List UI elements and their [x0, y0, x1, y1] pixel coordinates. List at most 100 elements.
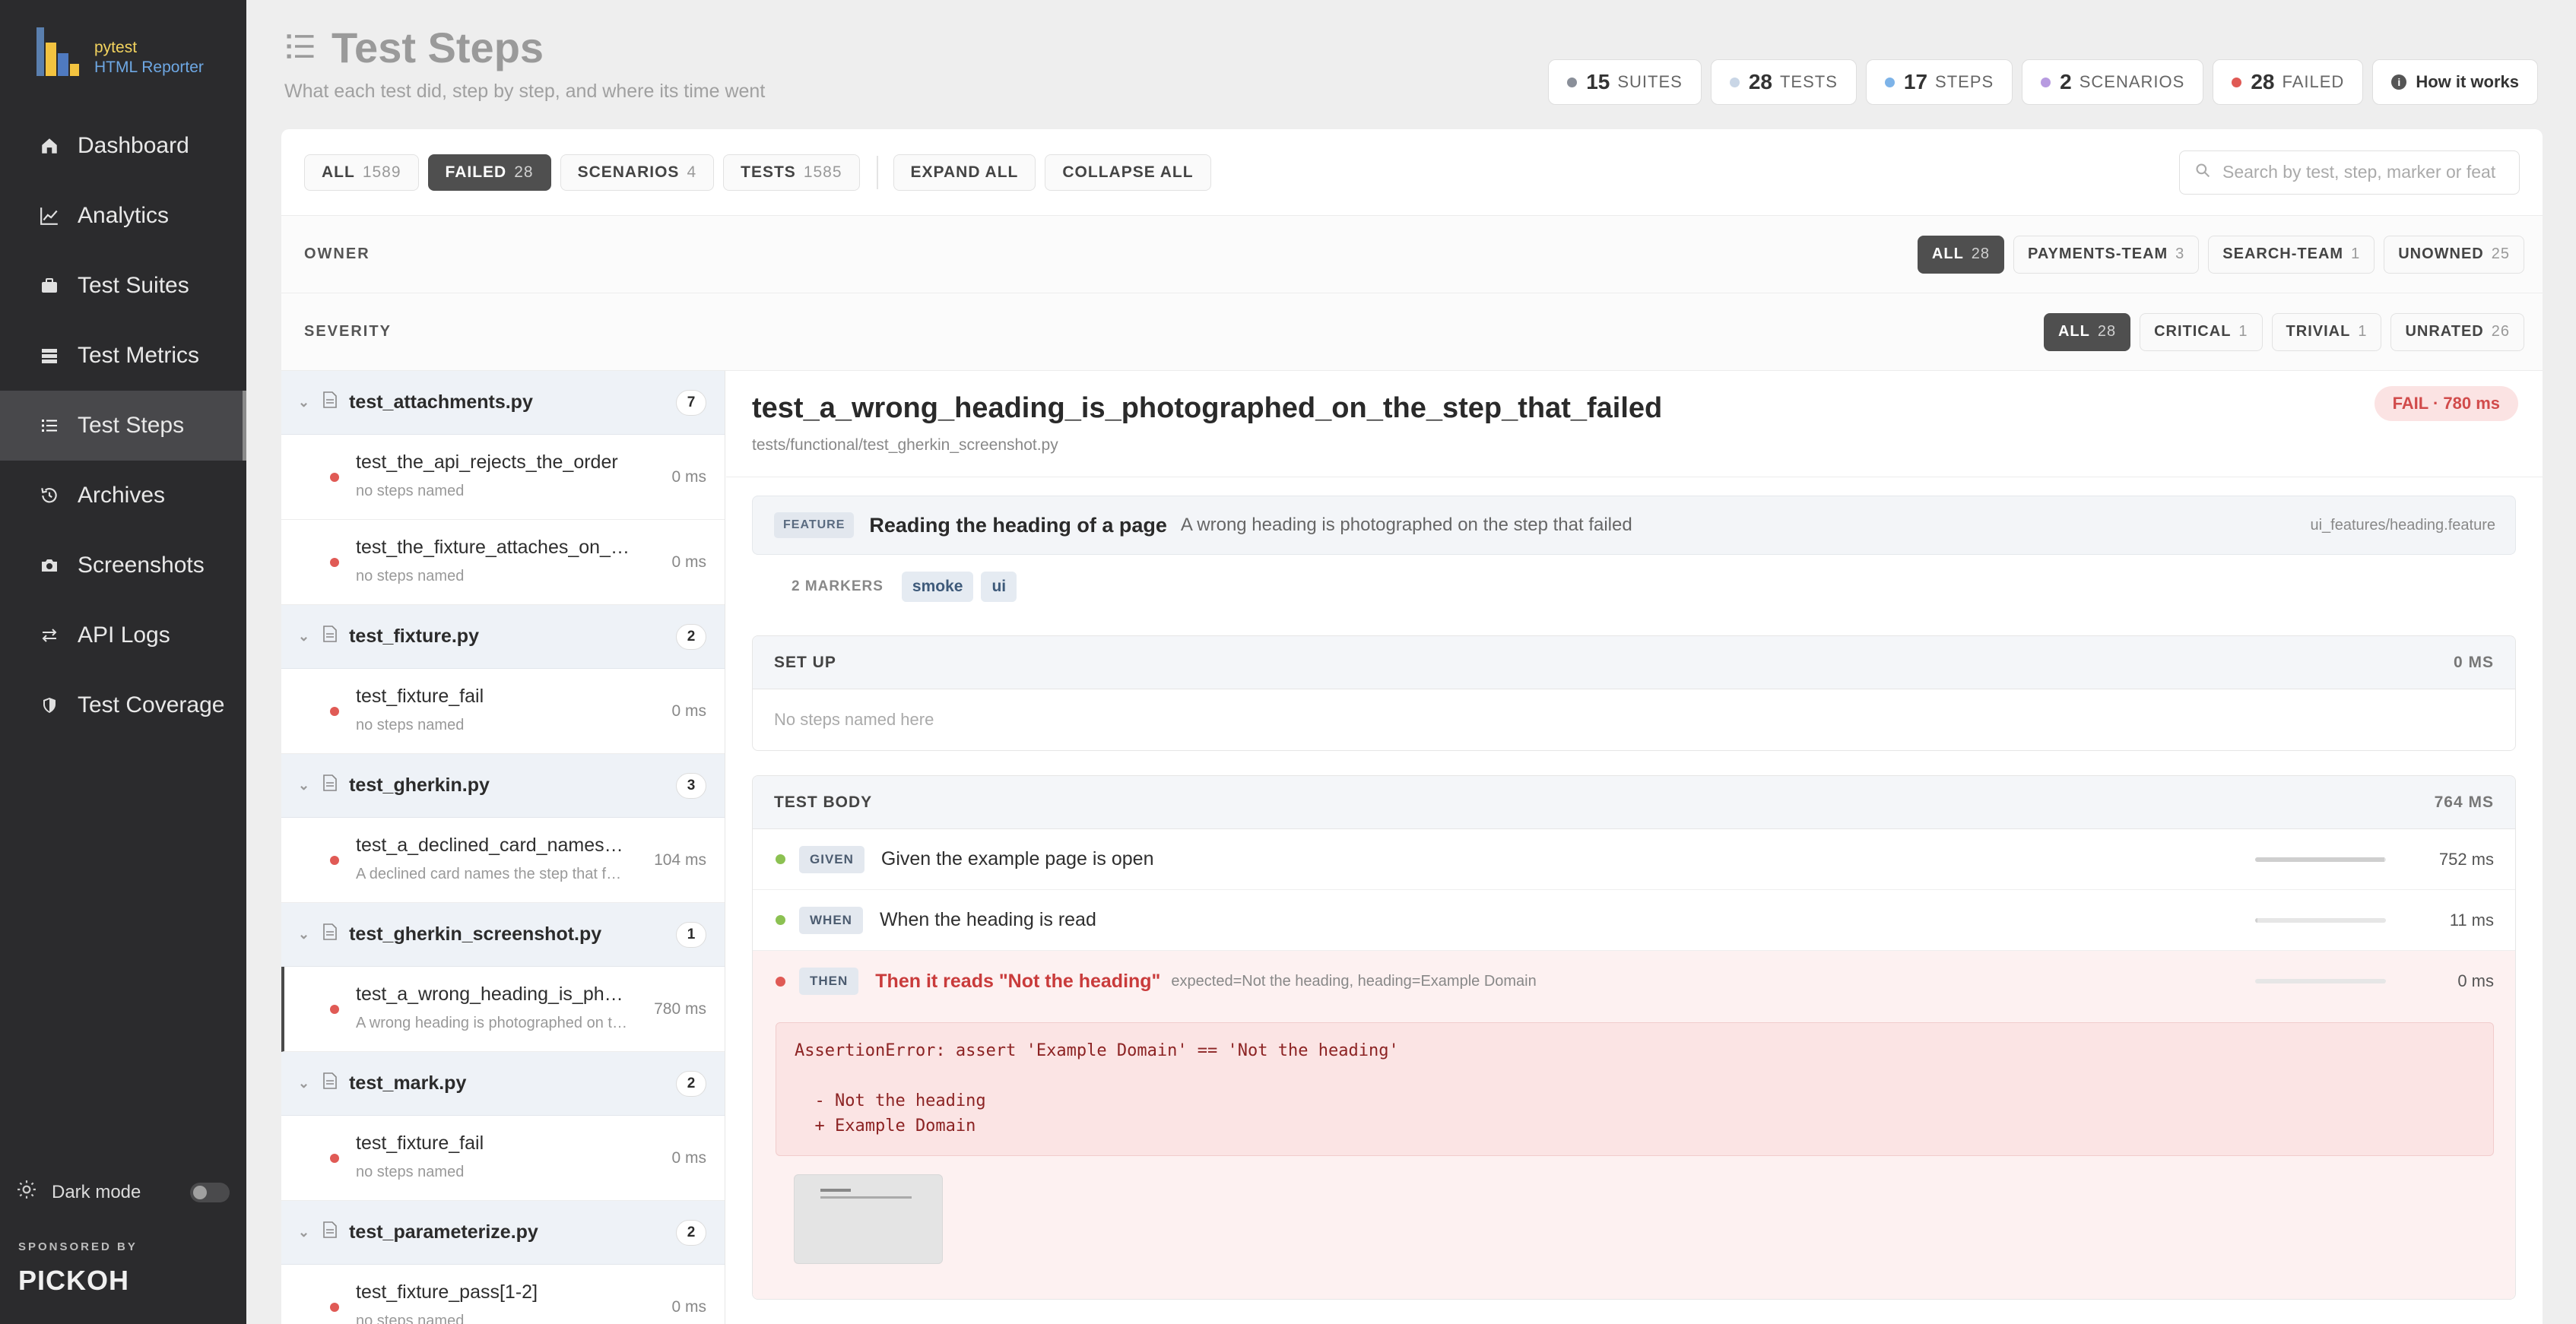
list-item[interactable]: test_a_declined_card_names_the_step_that… — [281, 818, 725, 903]
stat-count: 15 — [1586, 70, 1610, 93]
sidebar-item-test-coverage[interactable]: Test Coverage — [0, 670, 246, 740]
count-badge: 2 — [676, 623, 706, 650]
test-subtitle: no steps named — [356, 717, 465, 733]
filter-all[interactable]: ALL 1589 — [304, 154, 419, 191]
severity-unrated[interactable]: UNRATED 26 — [2390, 312, 2524, 351]
brand-subtitle: HTML Reporter — [94, 59, 204, 76]
severity-critical[interactable]: CRITICAL 1 — [2140, 312, 2263, 351]
stat-suites[interactable]: 15 SUITES — [1548, 59, 1702, 105]
chip-count: 26 — [2491, 323, 2510, 340]
shield-icon — [36, 692, 62, 718]
scenario-name: A wrong heading is photographed on the s… — [1180, 515, 1632, 535]
step-text: Given the example page is open — [880, 848, 1154, 869]
dark-mode-toggle[interactable] — [190, 1182, 230, 1202]
marker-tag[interactable]: ui — [981, 572, 1017, 602]
home-icon — [36, 133, 62, 159]
list-item[interactable]: test_the_api_rejects_the_order no steps n… — [281, 435, 725, 520]
test-subtitle: no steps named — [356, 568, 465, 584]
sidebar-item-dashboard[interactable]: Dashboard — [0, 111, 246, 181]
stat-tests[interactable]: 28 TESTS — [1710, 59, 1857, 105]
feature-tag: FEATURE — [774, 512, 855, 538]
filter-count: 4 — [687, 163, 697, 181]
count-badge: 3 — [676, 772, 706, 799]
list-item-selected[interactable]: test_a_wrong_heading_is_photographed_on_… — [281, 967, 725, 1052]
owner-search-team[interactable]: SEARCH-TEAM 1 — [2208, 235, 2375, 274]
file-group-header[interactable]: ⌄ test_fixture.py 2 — [281, 605, 725, 669]
section-header[interactable]: TEST BODY 764 MS — [753, 776, 2515, 829]
owner-all[interactable]: ALL 28 — [1917, 235, 2005, 274]
chip-count: 28 — [2097, 323, 2117, 340]
chip-label: UNOWNED — [2398, 245, 2484, 262]
chip-label: UNRATED — [2405, 323, 2484, 340]
status-dot — [330, 472, 339, 482]
collapse-all-button[interactable]: COLLAPSE ALL — [1045, 154, 1211, 191]
stat-count: 2 — [2060, 70, 2072, 93]
sidebar-item-test-metrics[interactable]: Test Metrics — [0, 321, 246, 391]
brand-name: pytest — [94, 39, 138, 56]
status-dot — [330, 1153, 339, 1163]
count-badge: 7 — [676, 389, 706, 416]
expand-all-button[interactable]: EXPAND ALL — [893, 154, 1036, 191]
sidebar-item-test-steps[interactable]: Test Steps — [0, 391, 246, 461]
brand[interactable]: pytest HTML Reporter — [36, 27, 204, 78]
step-row[interactable]: GIVEN Given the example page is open 752… — [753, 829, 2515, 890]
test-subtitle: A declined card names the step that fail… — [356, 866, 630, 882]
chip-label: PAYMENTS-TEAM — [2028, 245, 2168, 262]
filter-failed[interactable]: FAILED 28 — [427, 154, 551, 191]
sidebar-item-test-suites[interactable]: Test Suites — [0, 251, 246, 321]
filter-label: SCENARIOS — [577, 163, 680, 181]
sponsor-name: PICKOH — [18, 1265, 130, 1296]
file-group-header[interactable]: ⌄ test_gherkin.py 3 — [281, 754, 725, 818]
file-name: test_gherkin_screenshot.py — [349, 923, 602, 945]
file-name: test_gherkin.py — [349, 774, 490, 796]
severity-all[interactable]: ALL 28 — [2043, 312, 2131, 351]
dark-mode-row: Dark mode — [17, 1180, 230, 1205]
file-icon — [323, 391, 337, 413]
test-duration: 780 ms — [654, 999, 706, 1018]
file-group-header[interactable]: ⌄ test_mark.py 2 — [281, 1052, 725, 1116]
status-dot — [330, 1004, 339, 1014]
arrows-icon — [36, 622, 62, 648]
test-name: test_fixture_fail — [356, 686, 484, 707]
step-text: Then it reads "Not the heading" — [875, 970, 1161, 992]
file-icon — [323, 626, 337, 648]
file-group-header[interactable]: ⌄ test_attachments.py 7 — [281, 371, 725, 435]
list-item[interactable]: test_fixture_pass[1-2] no steps named 0 ms — [281, 1265, 725, 1324]
sidebar-item-analytics[interactable]: Analytics — [0, 181, 246, 251]
file-name: test_mark.py — [349, 1072, 467, 1094]
stat-steps[interactable]: 17 STEPS — [1865, 59, 2013, 105]
main-panel: ALL 1589 FAILED 28 SCENARIOS 4 TESTS 1585 EX… — [281, 129, 2543, 1324]
status-dot — [1884, 77, 1895, 87]
file-group-header[interactable]: ⌄ test_gherkin_screenshot.py 1 — [281, 903, 725, 967]
list-item[interactable]: test_fixture_fail no steps named 0 ms — [281, 1116, 725, 1201]
sponsor-logo[interactable]: PICKOH — [18, 1265, 129, 1297]
list-item[interactable]: test_fixture_fail no steps named 0 ms — [281, 669, 725, 754]
stat-failed[interactable]: 28 FAILED — [2213, 59, 2364, 105]
step-row[interactable]: WHEN When the heading is read 11 ms — [753, 890, 2515, 951]
stat-scenarios[interactable]: 2 SCENARIOS — [2022, 59, 2204, 105]
owner-unowned[interactable]: UNOWNED 25 — [2384, 235, 2524, 274]
list-item[interactable]: test_the_fixture_attaches_on_failureno s… — [281, 520, 725, 605]
toolbar: ALL 1589 FAILED 28 SCENARIOS 4 TESTS 1585 EX… — [281, 129, 2543, 216]
test-subtitle: no steps named — [356, 483, 465, 499]
file-group-header[interactable]: ⌄ test_parameterize.py 2 — [281, 1201, 725, 1265]
sidebar-item-archives[interactable]: Archives — [0, 461, 246, 531]
stat-count: 28 — [1748, 70, 1772, 93]
filter-tests[interactable]: TESTS 1585 — [723, 154, 860, 191]
step-row-failed[interactable]: THEN Then it reads "Not the heading" exp… — [753, 951, 2515, 1012]
severity-trivial[interactable]: TRIVIAL 1 — [2271, 312, 2382, 351]
owner-payments-team[interactable]: PAYMENTS-TEAM 3 — [2013, 235, 2200, 274]
how-it-works-button[interactable]: i How it works — [2372, 59, 2538, 105]
marker-tag[interactable]: smoke — [901, 572, 974, 602]
sidebar-item-api-logs[interactable]: API Logs — [0, 600, 246, 670]
search-input[interactable]: Search by test, step, marker or feat — [2179, 150, 2520, 195]
screenshot-thumbnail[interactable] — [794, 1174, 943, 1264]
sidebar-item-label: Test Coverage — [78, 692, 225, 717]
section-header[interactable]: SET UP 0 MS — [753, 636, 2515, 689]
step-keyword: THEN — [799, 968, 859, 995]
sidebar-item-screenshots[interactable]: Screenshots — [0, 531, 246, 600]
status-dot — [330, 557, 339, 567]
chip-count: 1 — [2238, 323, 2248, 340]
filter-scenarios[interactable]: SCENARIOS 4 — [560, 154, 715, 191]
test-body-section: TEST BODY 764 MS GIVEN Given the example … — [752, 775, 2516, 1300]
